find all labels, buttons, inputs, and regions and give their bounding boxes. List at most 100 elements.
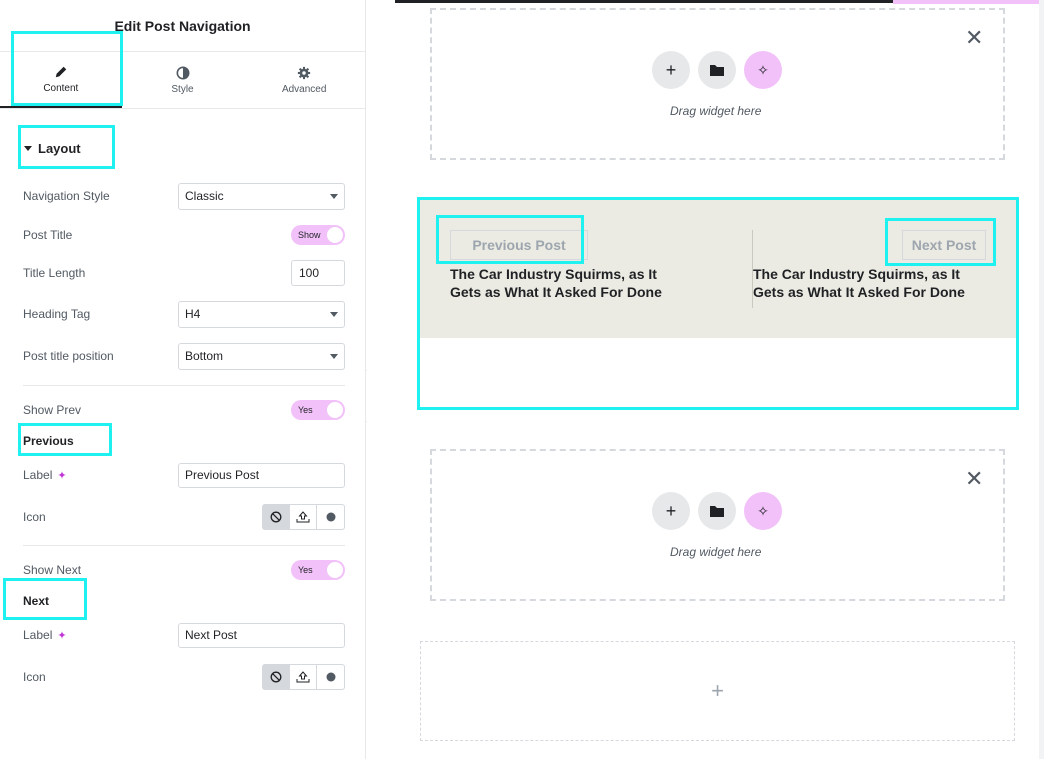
- post-title-row: Post Title Show: [23, 221, 345, 249]
- divider: [23, 385, 345, 386]
- no-icon-option[interactable]: [263, 665, 290, 689]
- divider: [23, 545, 345, 546]
- template-library-button[interactable]: [698, 51, 736, 89]
- ban-icon: [270, 511, 282, 523]
- drag-widget-text: Drag widget here: [670, 545, 762, 559]
- upload-icon: [296, 511, 310, 523]
- layout-section-toggle[interactable]: Layout: [24, 141, 81, 156]
- drag-widget-text: Drag widget here: [670, 104, 762, 118]
- top-bar-accent: [893, 0, 1043, 4]
- add-widget-button[interactable]: +: [652, 492, 690, 530]
- next-icon-label: Icon: [23, 670, 46, 684]
- next-label-input[interactable]: Next Post: [178, 622, 345, 648]
- plus-icon: +: [665, 59, 677, 80]
- title-length-input[interactable]: 100: [291, 260, 345, 286]
- next-label-wrap: Label ✦: [23, 628, 67, 642]
- heading-tag-label: Heading Tag: [23, 307, 91, 321]
- container-actions: + ✧: [652, 51, 782, 89]
- toggle-knob: [327, 402, 343, 418]
- show-next-toggle[interactable]: Yes: [291, 560, 345, 580]
- next-label-label: Label: [23, 628, 53, 642]
- pencil-icon: [55, 66, 67, 77]
- prev-label-wrap: Label ✦: [23, 468, 67, 482]
- nav-style-label: Navigation Style: [23, 189, 110, 203]
- chevron-down-icon: [330, 193, 338, 199]
- prev-icon-row: Icon: [23, 503, 345, 531]
- previous-heading: Previous: [23, 434, 74, 448]
- heading-tag-value: H4: [185, 307, 201, 321]
- nav-style-select[interactable]: Classic: [178, 182, 345, 210]
- plus-icon: +: [665, 500, 677, 521]
- chevron-down-icon: [330, 353, 338, 359]
- ai-generate-button[interactable]: ✧: [744, 492, 782, 530]
- prev-icon-chooser: [262, 504, 345, 530]
- title-length-label: Title Length: [23, 266, 86, 280]
- add-widget-button[interactable]: +: [652, 51, 690, 89]
- show-prev-toggle[interactable]: Yes: [291, 400, 345, 420]
- title-position-row: Post title position Bottom: [23, 342, 345, 370]
- prev-label-label: Label: [23, 468, 53, 482]
- circle-icon: [326, 512, 335, 522]
- show-next-row: Show Next Yes: [23, 556, 345, 584]
- tab-content[interactable]: Content: [0, 52, 122, 108]
- editor-panel: Edit Post Navigation Content Style Advan…: [0, 0, 366, 759]
- library-icon-option[interactable]: [317, 505, 344, 529]
- gear-icon: [298, 66, 311, 79]
- no-icon-option[interactable]: [263, 505, 290, 529]
- ai-sparkle-icon[interactable]: ✦: [57, 629, 66, 642]
- folder-icon: [710, 65, 724, 76]
- show-next-toggle-text: Yes: [298, 565, 313, 575]
- contrast-icon: [176, 66, 189, 79]
- template-library-button[interactable]: [698, 492, 736, 530]
- ban-icon: [270, 671, 282, 683]
- plus-icon: +: [711, 678, 724, 703]
- title-position-value: Bottom: [185, 349, 224, 363]
- container-actions: + ✧: [652, 492, 782, 530]
- next-icon-chooser: [262, 664, 345, 690]
- upload-icon-option[interactable]: [290, 665, 317, 689]
- library-icon-option[interactable]: [317, 665, 344, 689]
- layout-section-title: Layout: [38, 141, 81, 156]
- sparkle-icon: ✧: [757, 502, 769, 519]
- circle-icon: [326, 672, 335, 682]
- upload-icon-option[interactable]: [290, 505, 317, 529]
- next-post-title[interactable]: The Car Industry Squirms, as It Gets as …: [753, 265, 993, 301]
- panel-title: Edit Post Navigation: [0, 0, 365, 52]
- heading-tag-row: Heading Tag H4: [23, 300, 345, 328]
- post-title-toggle[interactable]: Show: [291, 225, 345, 245]
- tab-advanced-label: Advanced: [281, 83, 327, 95]
- show-prev-toggle-text: Yes: [298, 405, 313, 415]
- caret-down-icon: [24, 146, 32, 151]
- add-section-zone[interactable]: +: [420, 641, 1015, 741]
- sparkle-icon: ✧: [757, 61, 769, 78]
- nav-style-value: Classic: [185, 189, 224, 203]
- folder-icon: [710, 506, 724, 517]
- previous-post-button[interactable]: Previous Post: [450, 230, 588, 260]
- title-position-select[interactable]: Bottom: [178, 342, 345, 370]
- post-navigation-widget[interactable]: Previous Post The Car Industry Squirms, …: [420, 200, 1016, 408]
- tab-style[interactable]: Style: [122, 52, 244, 108]
- tab-advanced[interactable]: Advanced: [243, 52, 365, 108]
- close-icon[interactable]: ✕: [965, 466, 983, 492]
- nav-style-row: Navigation Style Classic: [23, 182, 345, 210]
- show-prev-label: Show Prev: [23, 403, 82, 417]
- upload-icon: [296, 671, 310, 683]
- previous-post-title[interactable]: The Car Industry Squirms, as It Gets as …: [450, 265, 690, 301]
- prev-icon-label: Icon: [23, 510, 46, 524]
- tab-style-label: Style: [171, 83, 194, 95]
- prev-label-row: Label ✦ Previous Post: [23, 461, 345, 489]
- title-length-row: Title Length 100: [23, 259, 345, 287]
- heading-tag-select[interactable]: H4: [178, 300, 345, 328]
- canvas-scrollbar[interactable]: [1039, 0, 1044, 759]
- title-position-label: Post title position: [23, 349, 114, 363]
- prev-label-input[interactable]: Previous Post: [178, 462, 345, 488]
- ai-sparkle-icon[interactable]: ✦: [57, 469, 66, 482]
- chevron-down-icon: [330, 311, 338, 317]
- ai-generate-button[interactable]: ✧: [744, 51, 782, 89]
- next-post-button[interactable]: Next Post: [902, 230, 986, 260]
- toggle-knob: [327, 227, 343, 243]
- close-icon[interactable]: ✕: [965, 25, 983, 51]
- post-title-label: Post Title: [23, 228, 73, 242]
- panel-tabs: Content Style Advanced: [0, 52, 365, 109]
- show-next-label: Show Next: [23, 563, 82, 577]
